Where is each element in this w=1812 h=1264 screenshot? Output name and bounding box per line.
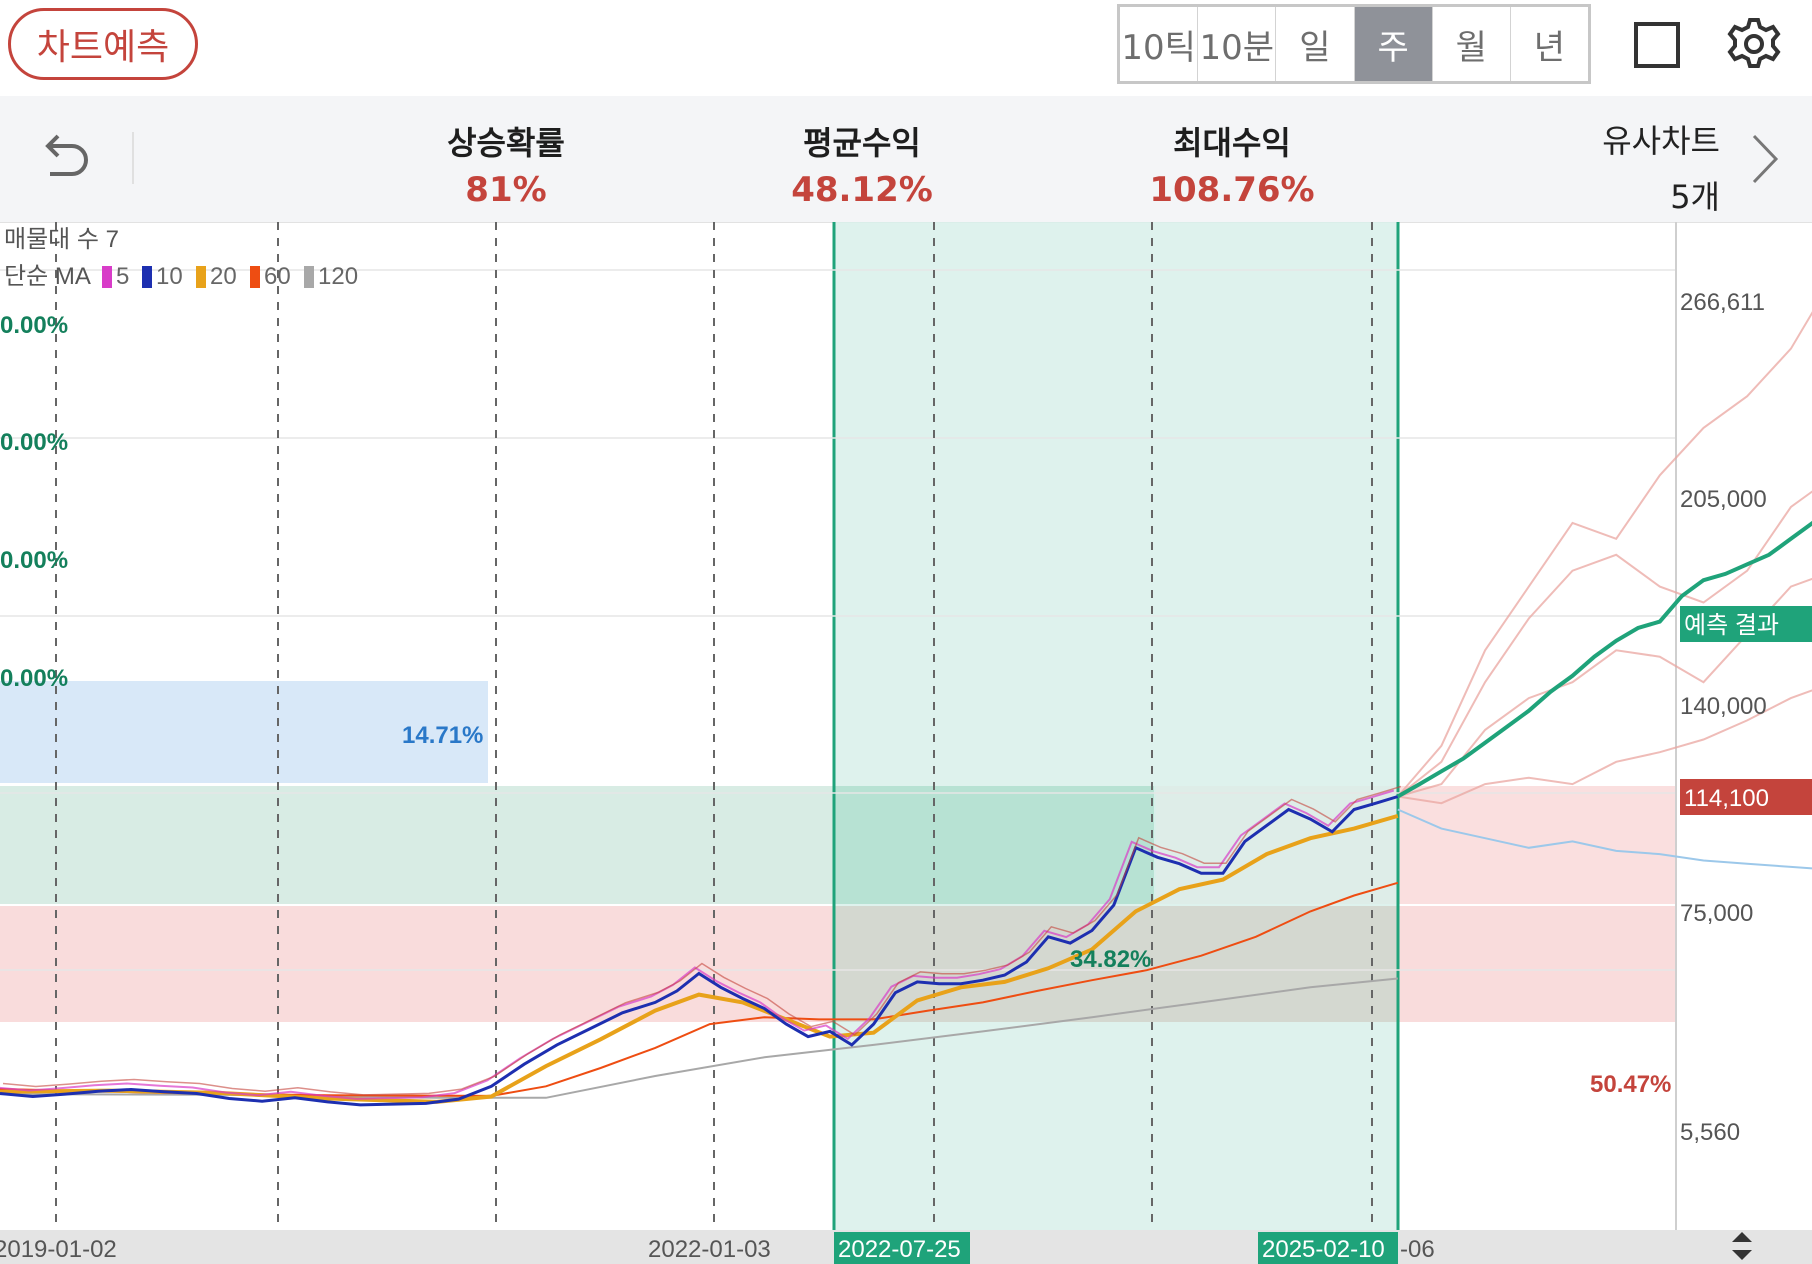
stat-max-return: 최대수익 108.76% [1122,118,1342,210]
ma-legend-swatch [250,266,260,288]
period-tab[interactable]: 년 [1511,7,1588,81]
x-axis-tick: -06 [1400,1236,1435,1263]
ma-legend-swatch [304,266,314,288]
stat-rise-probability: 상승확률 81% [396,118,616,210]
y-axis-tick: 205,000 [1680,486,1767,513]
ma-legend-period: 120 [318,263,358,290]
selection-end-label: 2025-02-10 [1262,1236,1385,1263]
prediction-label: 예측 결과 [1684,612,1779,639]
similar-path-line [1397,311,1812,798]
stat-label: 상승확률 [447,124,565,162]
gear-icon[interactable] [1726,16,1782,72]
square-icon[interactable] [1634,22,1680,68]
selection-start-label: 2022-07-25 [838,1236,961,1263]
volume-profile-label: 매물대 수 7 [4,226,119,253]
y-axis-tick: 75,000 [1680,900,1753,927]
ma-legend-swatch [196,266,206,288]
ma-label: 단순 MA [4,263,91,290]
period-tab[interactable]: 10틱 [1120,7,1199,81]
similar-label: 유사차트 [1602,122,1720,160]
stat-label: 최대수익 [1173,124,1291,162]
zone-blue-label: 14.71% [402,722,483,749]
stat-average-return: 평균수익 48.12% [752,118,972,210]
stat-value: 48.12% [791,170,933,210]
x-axis-tick: 2022-01-03 [648,1236,771,1263]
period-selector: 10틱 10분 일 주 월 년 [1117,4,1591,84]
zone-percent-left: 0.00% [0,312,68,339]
similar-count: 5개 [1670,178,1720,216]
undo-icon[interactable] [36,128,96,188]
ma-legend-swatch [142,266,152,288]
similar-charts-link[interactable]: 유사차트 5개 [1560,116,1720,218]
zone-percent-left: 0.00% [0,429,68,456]
x-axis-tick: 2019-01-02 [0,1236,117,1263]
zone-percent-left: 0.00% [0,547,68,574]
y-axis-tick: 5,560 [1680,1119,1740,1146]
stat-label: 평균수익 [803,124,921,162]
chevron-right-icon[interactable] [1748,132,1782,186]
stats-divider [132,132,134,184]
zone-green-label: 34.82% [1070,946,1151,973]
selection-green-overlap [834,786,1154,904]
ma-legend-period: 20 [210,263,237,290]
prediction-line [1396,520,1812,799]
stat-value: 108.76% [1149,170,1315,210]
ma-legend-period: 10 [156,263,183,290]
top-toolbar: 차트예측 10틱 10분 일 주 월 년 [0,0,1812,96]
stat-value: 81% [465,170,547,210]
y-axis-tick: 140,000 [1680,693,1767,720]
zone-percent-left: 0.00% [0,665,68,692]
chart-predict-button[interactable]: 차트예측 [8,8,198,80]
price-chart[interactable]: 매물대 수 7 단순 MA 5 10 20 60 120 0.00% 0.00% 0.00% 0.0… [0,222,1812,1264]
period-tab[interactable]: 주 [1354,7,1433,81]
period-tab[interactable]: 10분 [1198,7,1277,81]
period-tab[interactable]: 일 [1276,7,1355,81]
y-axis-tick: 266,611 [1680,289,1765,316]
ma-legend-swatch [102,266,112,288]
period-tab[interactable]: 월 [1433,7,1511,81]
ma-legend-period: 60 [264,263,291,290]
ma-legend-period: 5 [116,263,129,290]
current-price-label: 114,100 [1684,785,1769,812]
zone-red-label: 50.47% [1590,1071,1671,1098]
selection-highlight [834,222,1398,1230]
